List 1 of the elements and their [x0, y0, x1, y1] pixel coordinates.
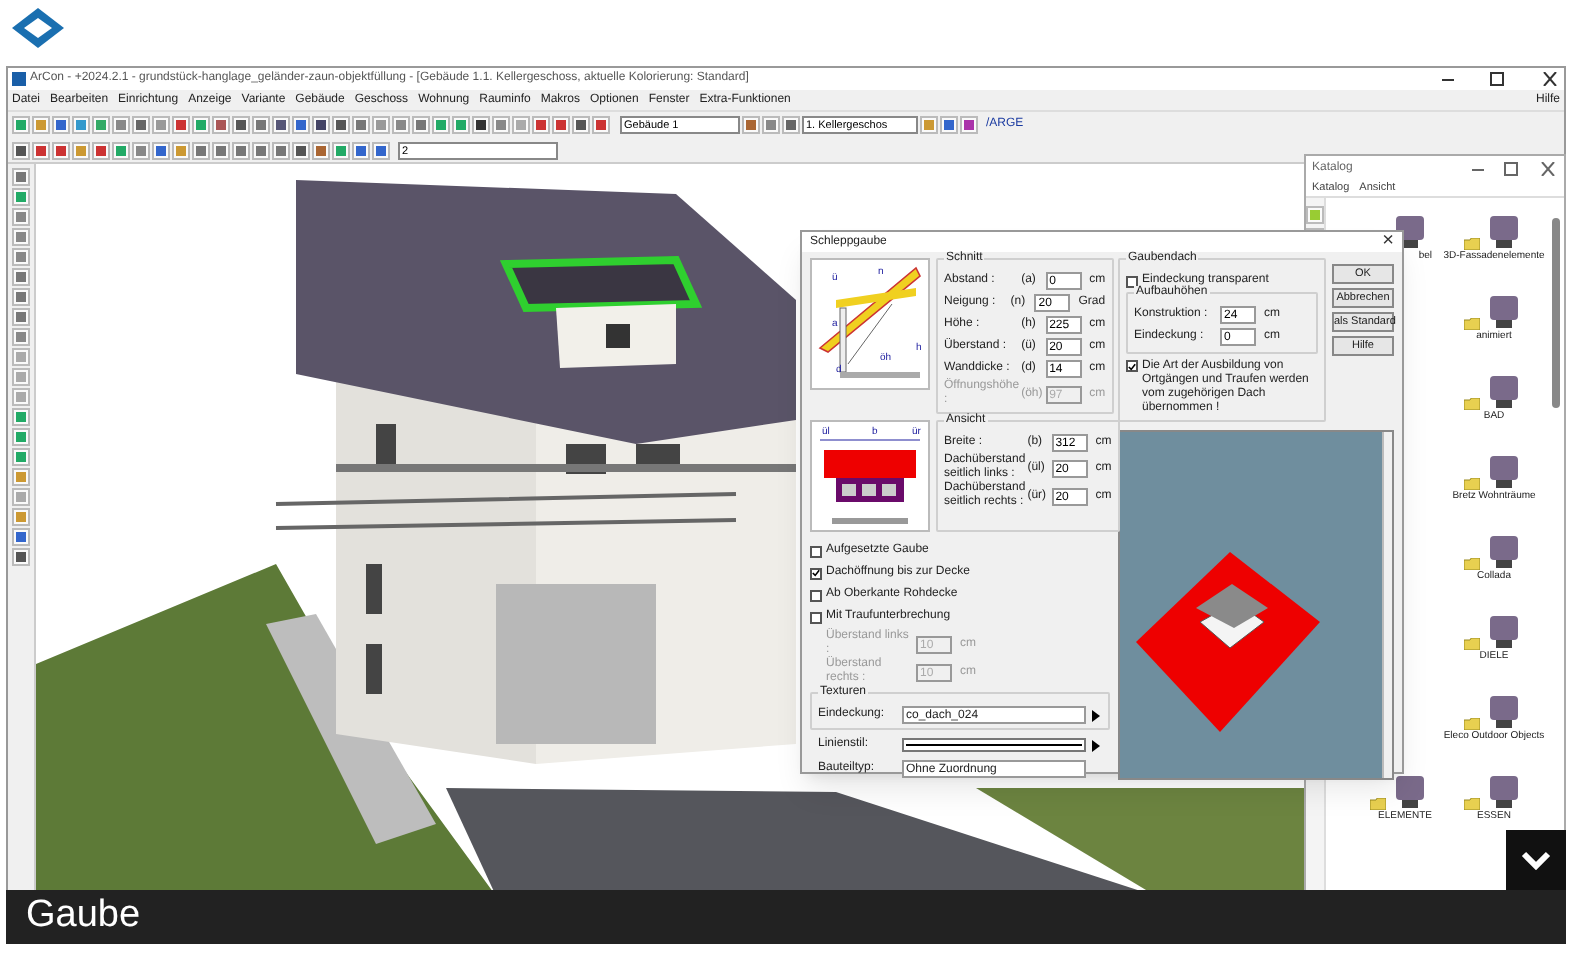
caption-title: Gaube [26, 892, 141, 941]
